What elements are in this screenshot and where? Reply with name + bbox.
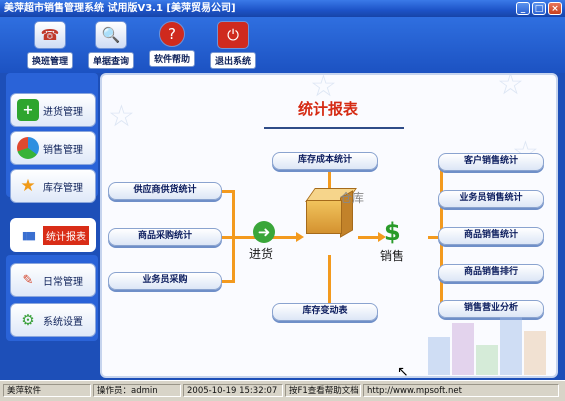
close-button[interactable]: ×: [548, 2, 562, 15]
divider: [264, 127, 404, 129]
toolbar-label: 换班管理: [26, 52, 73, 69]
sidebar-item-label: 日常管理: [43, 276, 83, 288]
star-decoration: ☆: [108, 99, 135, 134]
exit-system-button[interactable]: ⏻ 退出系统: [205, 21, 261, 69]
product-sales-ranking-button[interactable]: 商品销售排行: [438, 264, 544, 282]
sidebar: + 进货管理 销售管理 ★ 库存管理 ▮▮▮ 统计报表 ✎ 日常管理 ⚙ 系统设…: [6, 73, 98, 378]
sales-label: 销售: [380, 249, 405, 263]
sidebar-item-daily[interactable]: ✎ 日常管理: [10, 263, 96, 297]
salesperson-sales-stats-button[interactable]: 业务员销售统计: [438, 190, 544, 208]
status-datetime: 2005-10-19 15:32:07: [183, 384, 283, 397]
report-panel: ☆ ☆ ☆ ☆ 统计报表 供应商供货统计 商品采购统计 业务员采购 库存成本统计…: [100, 73, 558, 378]
connector: [328, 168, 331, 188]
sidebar-item-settings[interactable]: ⚙ 系统设置: [10, 303, 96, 337]
pie-icon: [17, 137, 39, 159]
sidebar-item-inventory[interactable]: ★ 库存管理: [10, 169, 96, 203]
status-bar: 美萍软件 操作员：admin 2005-10-19 15:32:07 按F1查看…: [0, 380, 565, 401]
title-bar: 美萍超市销售管理系统 试用版V3.1 [美萍贸易公司] _ □ ×: [0, 0, 565, 17]
customer-sales-stats-button[interactable]: 客户销售统计: [438, 153, 544, 171]
sidebar-item-label: 系统设置: [43, 316, 83, 328]
plus-icon: +: [17, 99, 39, 121]
maximize-button[interactable]: □: [532, 2, 546, 15]
product-sales-stats-button[interactable]: 商品销售统计: [438, 227, 544, 245]
shift-management-button[interactable]: ☎ 换班管理: [22, 21, 78, 69]
sidebar-item-sales[interactable]: 销售管理: [10, 131, 96, 165]
gear-icon: ⚙: [21, 311, 35, 329]
window-title: 美萍超市销售管理系统 试用版V3.1 [美萍贸易公司]: [4, 3, 236, 14]
arrow-icon: [296, 232, 304, 242]
toolbar-label: 退出系统: [209, 52, 256, 69]
toolbar-label: 软件帮助: [148, 50, 195, 67]
bar-decoration: [428, 313, 548, 375]
sidebar-item-label: 进货管理: [43, 106, 83, 118]
salesperson-purchase-button[interactable]: 业务员采购: [108, 272, 222, 290]
bars-icon: ▮▮▮: [21, 228, 36, 242]
document-query-button[interactable]: 🔍 单据查询: [83, 21, 139, 69]
magnifier-icon: 🔍: [95, 21, 127, 49]
sidebar-item-purchase[interactable]: + 进货管理: [10, 93, 96, 127]
star-decoration: ☆: [497, 73, 524, 102]
help-icon: ?: [159, 21, 185, 47]
minimize-button[interactable]: _: [516, 2, 530, 15]
dollar-icon: $: [384, 218, 401, 246]
status-website: http://www.mpsoft.net: [363, 384, 559, 397]
status-operator: 操作员：admin: [93, 384, 181, 397]
pen-icon: ✎: [22, 272, 34, 288]
sidebar-item-label: 销售管理: [43, 144, 83, 156]
status-help-hint: 按F1查看帮助文档: [285, 384, 361, 397]
toolbar-label: 单据查询: [87, 52, 134, 69]
inventory-cost-stats-button[interactable]: 库存成本统计: [272, 152, 378, 170]
sidebar-item-reports[interactable]: ▮▮▮ 统计报表: [10, 218, 96, 252]
sidebar-item-label: 统计报表: [43, 225, 89, 245]
connector: [328, 255, 331, 303]
window-controls: _ □ ×: [516, 2, 562, 15]
purchase-arrow-icon: ➜: [253, 221, 275, 243]
inventory-change-button[interactable]: 库存变动表: [272, 303, 378, 321]
page-title: 统计报表: [298, 100, 359, 118]
connector: [358, 236, 380, 239]
star-icon: ★: [20, 176, 36, 196]
software-help-button[interactable]: ? 软件帮助: [144, 21, 200, 69]
purchase-label: 进货: [249, 247, 274, 261]
exit-icon: ⏻: [217, 21, 249, 49]
product-purchase-stats-button[interactable]: 商品采购统计: [108, 228, 222, 246]
sidebar-item-label: 库存管理: [43, 182, 83, 194]
mouse-cursor-icon: ↖: [397, 364, 409, 380]
shift-icon: ☎: [34, 21, 66, 49]
warehouse-label: 仓库: [340, 191, 365, 205]
toolbar: ☎ 换班管理 🔍 单据查询 ? 软件帮助 ⏻ 退出系统: [0, 17, 565, 73]
status-company: 美萍软件: [3, 384, 91, 397]
supplier-supply-stats-button[interactable]: 供应商供货统计: [108, 182, 222, 200]
